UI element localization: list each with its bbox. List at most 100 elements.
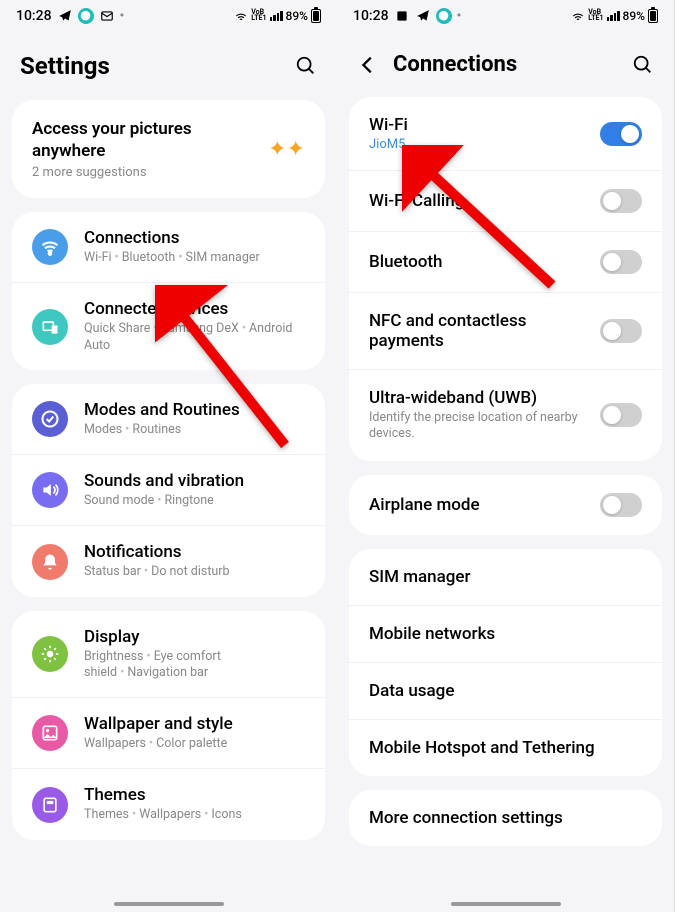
conn-sub: JioM5 [369, 137, 600, 152]
conn-item-wi-fi-calling[interactable]: Wi-Fi Calling [349, 170, 662, 231]
themes-icon [32, 787, 68, 823]
telegram-icon [57, 8, 73, 24]
conn-title: Mobile networks [369, 624, 642, 644]
conn-item-sim-manager[interactable]: SIM manager [349, 549, 662, 605]
connections-group: More connection settings [349, 790, 662, 846]
setting-title: Notifications [84, 542, 305, 562]
lte-badge: VoBLTE1 [251, 10, 266, 21]
screenshot-icon [394, 8, 410, 24]
conn-title: Wi-Fi Calling [369, 191, 600, 211]
setting-desc: Wallpapers•Color palette [84, 736, 305, 752]
conn-title: Airplane mode [369, 495, 600, 515]
conn-item-nfc-and-contactless-payments[interactable]: NFC and contactless payments [349, 292, 662, 369]
header: Connections [337, 28, 674, 97]
setting-title: Display [84, 627, 305, 647]
suggestion-title: Access your pictures anywhere [32, 118, 268, 162]
sound-icon [32, 472, 68, 508]
check-icon [32, 401, 68, 437]
status-bar: 10:28 ⬤ • VoBLTE1 89% [337, 0, 674, 28]
setting-desc: Status bar•Do not disturb [84, 564, 305, 580]
signal-icon [270, 11, 283, 21]
toggle-switch[interactable] [600, 189, 642, 213]
setting-title: Wallpaper and style [84, 714, 305, 734]
setting-desc: Themes•Wallpapers•Icons [84, 807, 305, 823]
conn-title: SIM manager [369, 567, 642, 587]
conn-item-airplane-mode[interactable]: Airplane mode [349, 475, 662, 535]
toggle-switch[interactable] [600, 122, 642, 146]
settings-group: Connections Wi-Fi•Bluetooth•SIM manager … [12, 212, 325, 370]
conn-item-wi-fi[interactable]: Wi-Fi JioM5 [349, 97, 662, 170]
wifi-icon [32, 229, 68, 265]
toggle-switch[interactable] [600, 319, 642, 343]
conn-item-mobile-hotspot-and-tethering[interactable]: Mobile Hotspot and Tethering [349, 719, 662, 776]
setting-item-notifications[interactable]: Notifications Status bar•Do not disturb [12, 525, 325, 596]
gmail-icon [99, 8, 115, 24]
conn-item-data-usage[interactable]: Data usage [349, 662, 662, 719]
toggle-switch[interactable] [600, 493, 642, 517]
setting-item-display[interactable]: Display Brightness•Eye comfort shield•Na… [12, 611, 325, 698]
battery-icon [648, 9, 658, 23]
conn-title: Mobile Hotspot and Tethering [369, 738, 642, 758]
settings-content: Access your pictures anywhere 2 more sug… [0, 100, 337, 840]
setting-item-connections[interactable]: Connections Wi-Fi•Bluetooth•SIM manager [12, 212, 325, 282]
header: Settings [0, 28, 337, 100]
setting-item-themes[interactable]: Themes Themes•Wallpapers•Icons [12, 768, 325, 839]
battery-pct: 89% [286, 9, 308, 23]
toggle-switch[interactable] [600, 403, 642, 427]
setting-item-wallpaper-and-style[interactable]: Wallpaper and style Wallpapers•Color pal… [12, 697, 325, 768]
setting-title: Connections [84, 228, 305, 248]
setting-title: Connected devices [84, 299, 305, 319]
suggestion-card[interactable]: Access your pictures anywhere 2 more sug… [12, 100, 325, 198]
wallpaper-icon [32, 715, 68, 751]
setting-item-sounds-and-vibration[interactable]: Sounds and vibration Sound mode•Ringtone [12, 454, 325, 525]
connections-content: Wi-Fi JioM5 Wi-Fi Calling Bluetooth NFC and … [337, 97, 674, 846]
wifi-status-icon [234, 9, 248, 23]
search-icon[interactable] [632, 54, 654, 76]
sparkle-icon: ✦✦ [268, 137, 305, 162]
connections-group: Wi-Fi JioM5 Wi-Fi Calling Bluetooth NFC and … [349, 97, 662, 461]
page-title: Connections [393, 52, 632, 77]
status-bar: 10:28 ⬤ • VoBLTE1 89% [0, 0, 337, 28]
setting-title: Sounds and vibration [84, 471, 305, 491]
bell-icon [32, 544, 68, 580]
conn-item-ultra-wideband-uwb-[interactable]: Ultra-wideband (UWB)Identify the precise… [349, 369, 662, 461]
conn-title: Wi-Fi [369, 115, 600, 135]
setting-item-connected-devices[interactable]: Connected devices Quick Share•Samsung De… [12, 282, 325, 370]
home-indicator[interactable] [451, 902, 561, 906]
phone-settings: 10:28 ⬤ • VoBLTE1 89% Settings Access yo… [0, 0, 337, 912]
telegram-icon [415, 8, 431, 24]
setting-title: Themes [84, 785, 305, 805]
toggle-switch[interactable] [600, 250, 642, 274]
setting-item-modes-and-routines[interactable]: Modes and Routines Modes•Routines [12, 384, 325, 454]
setting-desc: Quick Share•Samsung DeX•Android Auto [84, 321, 305, 354]
back-icon[interactable] [357, 54, 379, 76]
status-more-dot: • [457, 8, 462, 24]
setting-title: Modes and Routines [84, 400, 305, 420]
conn-title: Data usage [369, 681, 642, 701]
status-more-dot: • [120, 8, 125, 24]
phone-connections: 10:28 ⬤ • VoBLTE1 89% Connections Wi-Fi J… [337, 0, 674, 912]
status-time: 10:28 [16, 8, 52, 24]
settings-group: Display Brightness•Eye comfort shield•Na… [12, 611, 325, 840]
conn-title: Ultra-wideband (UWB) [369, 388, 600, 408]
setting-desc: Modes•Routines [84, 422, 305, 438]
conn-title: NFC and contactless payments [369, 311, 600, 351]
home-indicator[interactable] [114, 902, 224, 906]
setting-desc: Brightness•Eye comfort shield•Navigation… [84, 649, 305, 682]
signal-icon [607, 11, 620, 21]
battery-icon [311, 9, 321, 23]
conn-item-more-connection-settings[interactable]: More connection settings [349, 790, 662, 846]
conn-title: Bluetooth [369, 252, 600, 272]
conn-desc: Identify the precise location of nearby … [369, 410, 600, 443]
app-icon: ⬤ [78, 8, 94, 24]
conn-item-bluetooth[interactable]: Bluetooth [349, 231, 662, 292]
connections-group: SIM manager Mobile networks Data usage Mobi… [349, 549, 662, 776]
settings-group: Modes and Routines Modes•Routines Sounds… [12, 384, 325, 597]
conn-item-mobile-networks[interactable]: Mobile networks [349, 605, 662, 662]
app-icon: ⬤ [436, 8, 452, 24]
search-icon[interactable] [295, 55, 317, 77]
connections-group: Airplane mode [349, 475, 662, 535]
wifi-status-icon [571, 9, 585, 23]
setting-desc: Sound mode•Ringtone [84, 493, 305, 509]
page-title: Settings [20, 52, 295, 80]
